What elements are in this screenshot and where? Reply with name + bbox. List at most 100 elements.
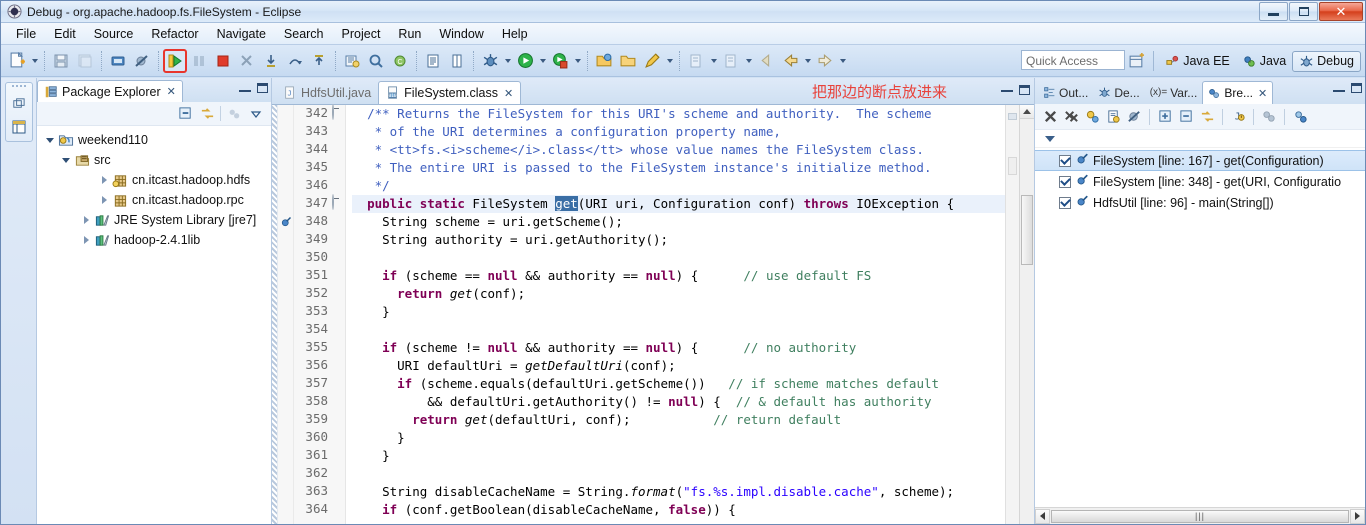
code-line-344[interactable]: * <tt>fs.<i>scheme</i>.class</tt> whose … — [352, 141, 1005, 159]
step-over-icon[interactable] — [284, 50, 306, 72]
open-resource-icon[interactable] — [593, 50, 615, 72]
code-line-348[interactable]: String scheme = uri.getScheme(); — [352, 213, 1005, 231]
tree-item-cn-itcast-hadoop-hdfs[interactable]: cn.itcast.hadoop.hdfs — [37, 170, 271, 190]
remove-all-breakpoints-icon[interactable] — [1062, 108, 1080, 126]
source-code-text[interactable]: /** Returns the FileSystem for this URI'… — [346, 105, 1005, 524]
link-with-editor-icon[interactable] — [1198, 108, 1216, 126]
new-wizard-dropdown-icon[interactable] — [29, 50, 40, 72]
code-line-358[interactable]: && defaultUri.getAuthority() != null) { … — [352, 393, 1005, 411]
perspective-java[interactable]: Java — [1236, 52, 1292, 71]
code-line-353[interactable]: } — [352, 303, 1005, 321]
close-icon[interactable]: ✕ — [167, 85, 176, 98]
scroll-left-button[interactable] — [1035, 508, 1050, 524]
code-line-343[interactable]: * of the URI determines a configuration … — [352, 123, 1005, 141]
debug-dropdown-icon[interactable] — [502, 50, 513, 72]
forward-dropdown-icon[interactable] — [837, 50, 848, 72]
code-line-355[interactable]: if (scheme != null && authority == null)… — [352, 339, 1005, 357]
menu-run[interactable]: Run — [389, 24, 430, 44]
step-return-icon[interactable] — [308, 50, 330, 72]
breakpoints-horizontal-scrollbar[interactable]: ||| — [1035, 507, 1365, 524]
maximize-view-icon[interactable] — [257, 81, 268, 93]
menu-file[interactable]: File — [7, 24, 45, 44]
new-wizard-icon[interactable] — [6, 50, 28, 72]
open-folder-icon[interactable] — [617, 50, 639, 72]
column-icon[interactable] — [446, 50, 468, 72]
tree-item-jre-system-library[interactable]: JRE System Library [jre7] — [37, 210, 271, 230]
link-with-editor-icon[interactable] — [198, 105, 216, 123]
link-to-debug-view-icon[interactable] — [1083, 108, 1101, 126]
perspective-debug[interactable]: Debug — [1292, 50, 1361, 72]
scroll-up-button[interactable] — [1020, 105, 1034, 119]
step-into-icon[interactable] — [260, 50, 282, 72]
tree-item-hadoop-241lib[interactable]: hadoop-2.4.1lib — [37, 230, 271, 250]
fold-collapse-icon[interactable] — [332, 104, 334, 120]
forward-history-icon[interactable] — [814, 50, 836, 72]
back-dropdown-icon[interactable] — [802, 50, 813, 72]
disconnect-icon[interactable] — [236, 50, 258, 72]
close-icon[interactable]: ✕ — [1258, 87, 1267, 100]
collapse-all-icon[interactable] — [176, 105, 194, 123]
scroll-thumb[interactable] — [1021, 195, 1033, 265]
expand-all-icon[interactable] — [1156, 108, 1174, 126]
package-explorer-tree[interactable]: weekend110 src cn.itcast.hadoop.hdfs cn.… — [37, 126, 271, 524]
minimize-editor-icon[interactable] — [1001, 82, 1013, 95]
menu-search[interactable]: Search — [275, 24, 333, 44]
tree-item-weekend110[interactable]: weekend110 — [37, 130, 271, 150]
package-explorer-fastview-icon[interactable] — [8, 116, 30, 138]
maximize-editor-icon[interactable] — [1019, 82, 1030, 95]
annotation-icon[interactable] — [641, 50, 663, 72]
back-history-icon[interactable] — [779, 50, 801, 72]
goto-file-icon[interactable] — [1104, 108, 1122, 126]
code-line-364[interactable]: if (conf.getBoolean(disableCacheName, fa… — [352, 501, 1005, 519]
code-line-356[interactable]: URI defaultUri = getDefaultUri(conf); — [352, 357, 1005, 375]
code-line-351[interactable]: if (scheme == null && authority == null)… — [352, 267, 1005, 285]
code-line-347[interactable]: public static FileSystem get(URI uri, Co… — [352, 195, 1005, 213]
collapse-all-icon[interactable] — [1177, 108, 1195, 126]
fast-view-grip[interactable] — [6, 85, 32, 90]
code-line-363[interactable]: String disableCacheName = String.format(… — [352, 483, 1005, 501]
code-line-345[interactable]: * The entire URI is passed to the FileSy… — [352, 159, 1005, 177]
minimize-view-icon[interactable] — [239, 83, 251, 92]
fold-collapse-icon[interactable] — [332, 194, 334, 210]
view-menu-icon[interactable] — [247, 105, 265, 123]
twisty-closed-icon[interactable] — [97, 196, 111, 204]
fold-cell-347[interactable] — [332, 194, 345, 213]
twisty-open-icon[interactable] — [59, 157, 73, 163]
scroll-right-button[interactable] — [1350, 508, 1365, 524]
maximize-view-icon[interactable] — [1351, 81, 1362, 93]
menu-navigate[interactable]: Navigate — [208, 24, 275, 44]
code-line-349[interactable]: String authority = uri.getAuthority(); — [352, 231, 1005, 249]
minimize-view-icon[interactable] — [1333, 83, 1345, 92]
close-icon[interactable]: ✕ — [504, 87, 513, 100]
view-menu-extra-icon[interactable] — [225, 105, 243, 123]
breakpoints-list[interactable]: FileSystem [line: 167] - get(Configurati… — [1035, 148, 1365, 507]
menu-project[interactable]: Project — [333, 24, 390, 44]
tab-breakpoints[interactable]: Bre... ✕ — [1202, 81, 1274, 104]
breakpoints-filter-row[interactable] — [1035, 130, 1365, 148]
breakpoint-marker-line-348[interactable] — [280, 216, 292, 228]
terminate-icon[interactable] — [212, 50, 234, 72]
folding-ruler[interactable] — [332, 104, 346, 524]
resume-button[interactable] — [163, 48, 187, 73]
code-line-359[interactable]: return get(defaultUri, conf); // return … — [352, 411, 1005, 429]
back-navigation-icon[interactable] — [755, 50, 777, 72]
skip-all-breakpoints-icon[interactable] — [1125, 108, 1143, 126]
list-icon[interactable] — [422, 50, 444, 72]
breakpoint-view-menu-icon[interactable] — [1291, 108, 1309, 126]
open-type-icon[interactable] — [341, 50, 363, 72]
search-icon[interactable] — [365, 50, 387, 72]
code-line-350[interactable] — [352, 249, 1005, 267]
breakpoint-working-sets-icon[interactable] — [1260, 108, 1278, 126]
tab-variables[interactable]: (x)= Var... — [1145, 81, 1203, 104]
perspective-java-ee[interactable]: Java EE — [1159, 52, 1236, 71]
menu-help[interactable]: Help — [493, 24, 537, 44]
breakpoint-ruler[interactable] — [278, 105, 294, 524]
quick-access-input[interactable]: Quick Access — [1021, 50, 1125, 70]
code-line-357[interactable]: if (scheme.equals(defaultUri.getScheme()… — [352, 375, 1005, 393]
new-java-class-icon[interactable]: C — [389, 50, 411, 72]
tab-debug[interactable]: De... — [1093, 81, 1144, 104]
run-button[interactable] — [514, 50, 536, 72]
restore-view-icon[interactable] — [8, 92, 30, 114]
breakpoint-checkbox[interactable] — [1059, 154, 1071, 167]
previous-annotation-dropdown-icon[interactable] — [743, 50, 754, 72]
